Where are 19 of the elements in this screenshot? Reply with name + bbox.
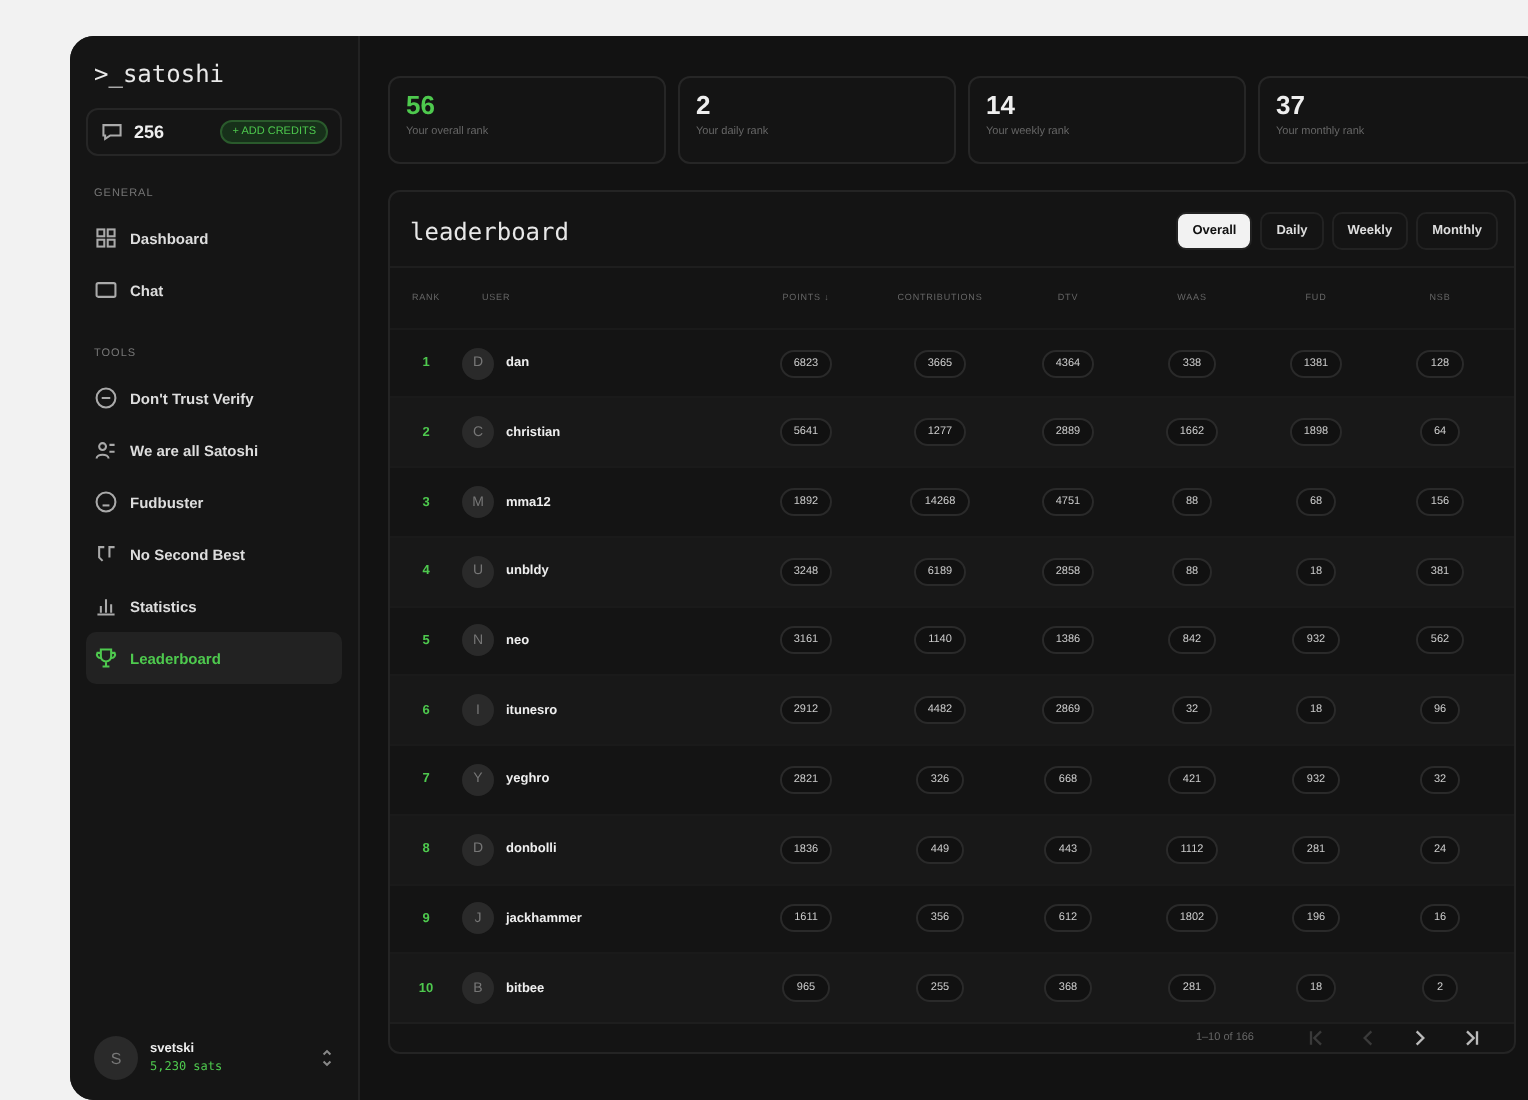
chevron-icon [1358, 1027, 1378, 1048]
people-icon [94, 438, 118, 462]
stat-value: 56 [406, 90, 437, 120]
bars-icon [94, 594, 118, 618]
double-chevron-icon [1462, 1027, 1482, 1048]
stat-value: 2 [696, 90, 713, 120]
credit-count: 256 [134, 122, 167, 142]
user-avatar: S [94, 1036, 138, 1080]
panel-title: leaderboard [410, 217, 569, 245]
trophy-icon [94, 646, 118, 670]
grid-icon [94, 226, 118, 250]
stat-value: 37 [1276, 90, 1307, 120]
chevron-icon[interactable] [320, 1046, 334, 1070]
logo: >_satoshi [92, 60, 227, 88]
chat-icon [100, 120, 124, 144]
chevron-icon [1410, 1027, 1430, 1048]
double-chevron-icon [1306, 1027, 1326, 1048]
chat-icon [94, 278, 118, 302]
stat-value: 14 [986, 90, 1017, 120]
